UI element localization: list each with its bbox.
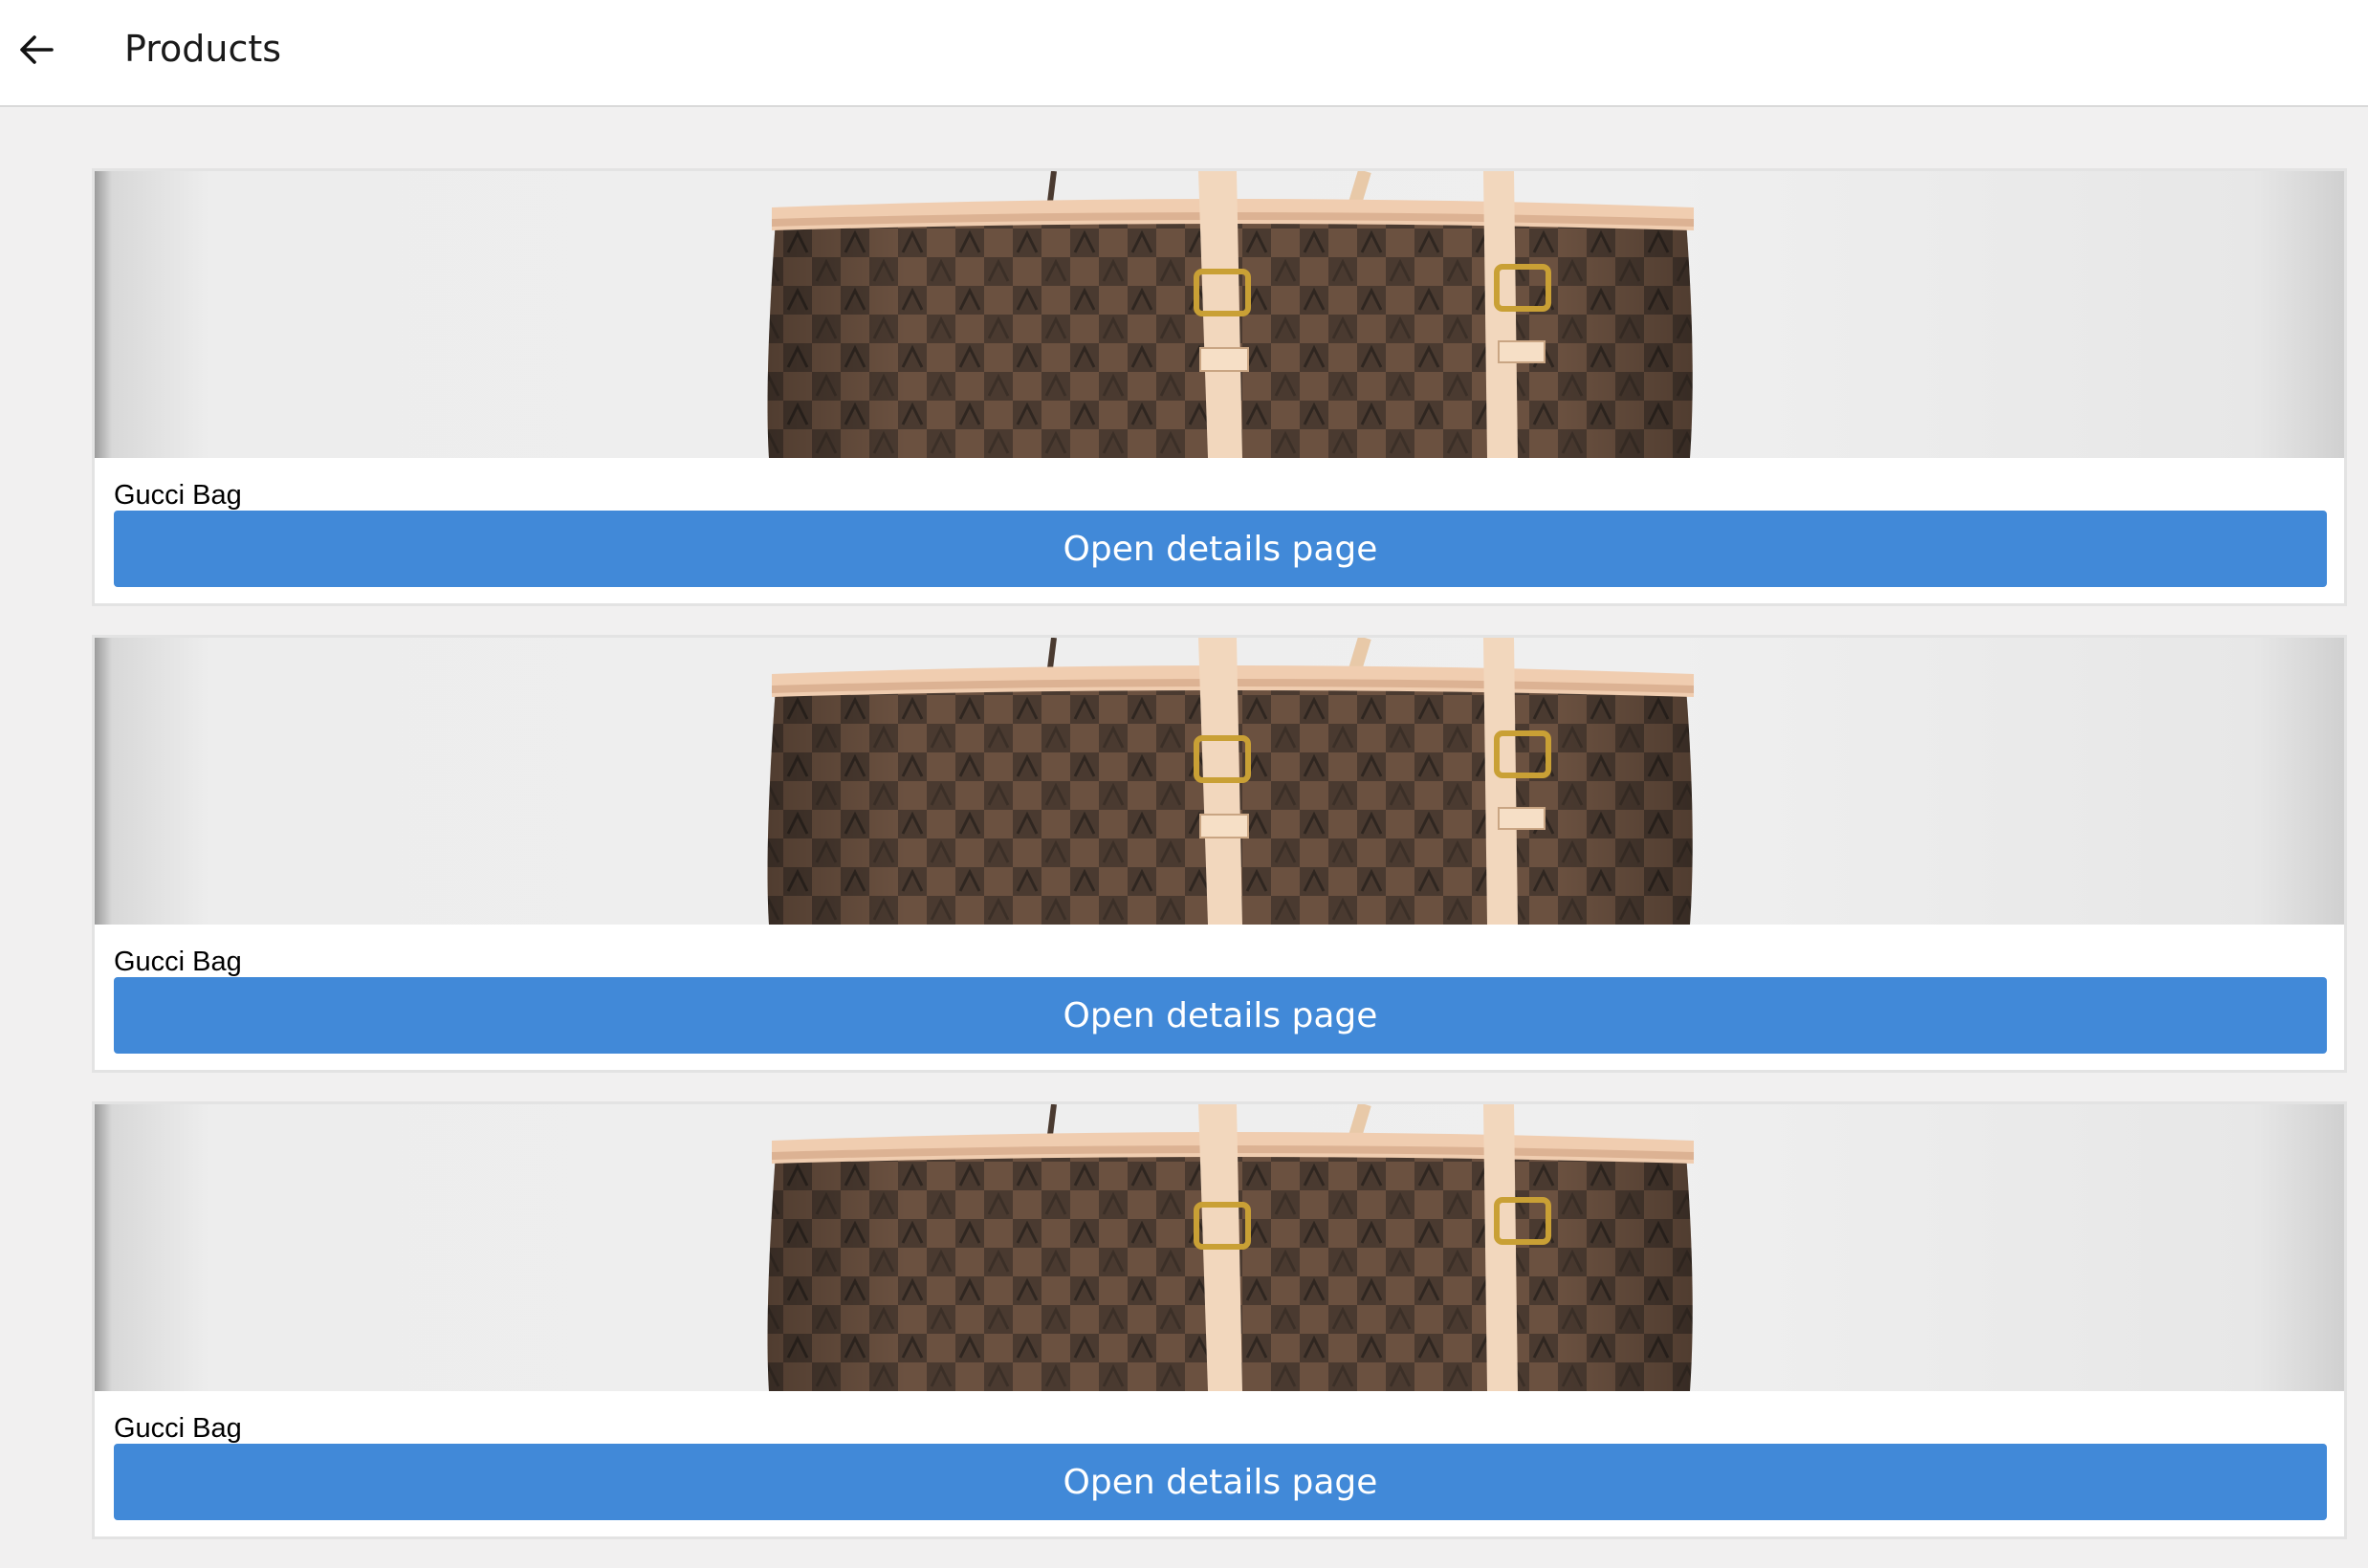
bag-image xyxy=(767,1104,1694,1391)
product-card: Gucci Bag Open details page xyxy=(92,1101,2347,1539)
bag-image xyxy=(767,171,1694,458)
product-name: Gucci Bag xyxy=(114,480,242,511)
product-image xyxy=(95,171,2344,458)
page-title: Products xyxy=(124,28,282,70)
product-image xyxy=(95,1104,2344,1391)
open-details-button[interactable]: Open details page xyxy=(114,977,2327,1054)
product-card: Gucci Bag Open details page xyxy=(92,635,2347,1073)
product-card: Gucci Bag Open details page xyxy=(92,168,2347,606)
product-image xyxy=(95,638,2344,925)
app-bar: Products xyxy=(0,0,2368,107)
bag-image xyxy=(767,638,1694,925)
product-name: Gucci Bag xyxy=(114,1413,242,1444)
product-list: Gucci Bag Open details page Gucci Bag Op… xyxy=(92,168,2347,1568)
product-name: Gucci Bag xyxy=(114,947,242,977)
open-details-button[interactable]: Open details page xyxy=(114,511,2327,587)
open-details-button[interactable]: Open details page xyxy=(114,1444,2327,1520)
back-button[interactable] xyxy=(13,27,59,73)
arrow-left-icon xyxy=(20,35,54,64)
